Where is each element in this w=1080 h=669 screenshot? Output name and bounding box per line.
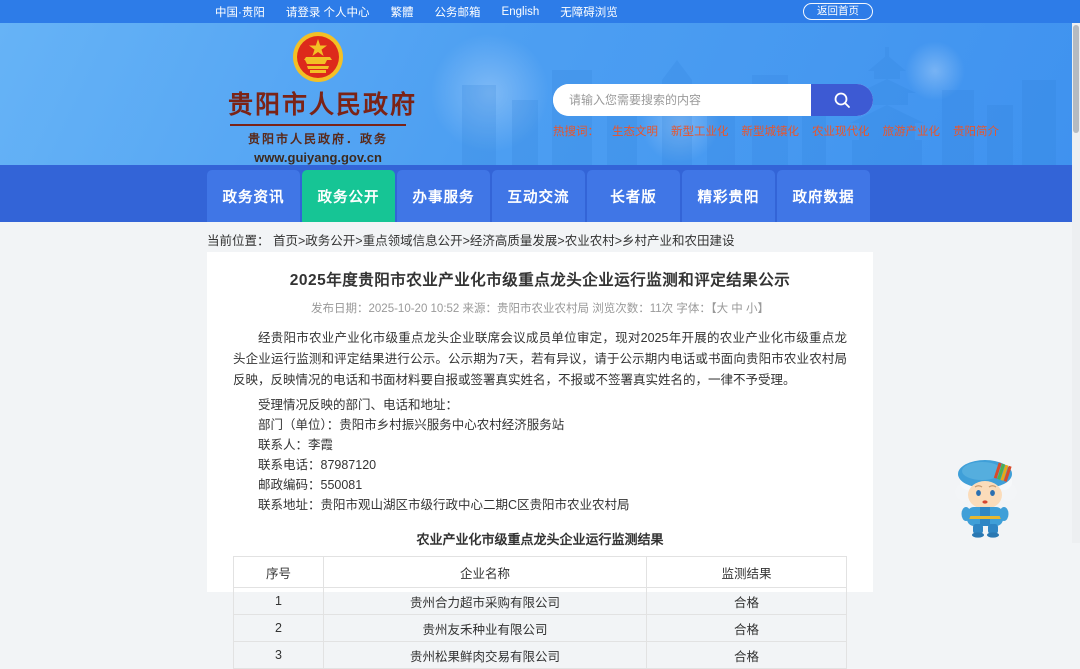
hot-search-label: 热搜词： [553, 126, 599, 138]
table-cell: 合格 [646, 641, 847, 669]
topbar-link-accessibility[interactable]: 无障碍浏览 [560, 4, 618, 20]
main-nav: 政务资讯 政务公开 办事服务 互动交流 长者版 精彩贵阳 政府数据 [0, 165, 1080, 222]
article-paragraph: 受理情况反映的部门、电话和地址： [258, 398, 459, 412]
monitoring-results-table: 序号 企业名称 监测结果 1 贵州合力超市采购有限公司 合格 2 贵州友禾种业有… [233, 556, 847, 669]
nav-tab-zzb[interactable]: 长者版 [587, 170, 680, 222]
table-header-cell: 序号 [233, 556, 324, 588]
hot-keyword[interactable]: 新型工业化 [671, 123, 729, 139]
table-header-cell: 企业名称 [323, 556, 647, 588]
site-url: www.guiyang.gov.cn [254, 150, 382, 165]
search-bar [553, 84, 873, 116]
nav-tab-zwgk-active[interactable]: 政务公开 [302, 170, 395, 222]
table-cell: 合格 [646, 614, 847, 642]
topbar-links: 中国·贵阳 请登录 个人中心 繁體 公务邮箱 English 无障碍浏览 [215, 4, 618, 20]
top-utility-bar: 中国·贵阳 请登录 个人中心 繁體 公务邮箱 English 无障碍浏览 返回首… [0, 0, 1080, 23]
table-header-cell: 监测结果 [646, 556, 847, 588]
article-title: 2025年度贵阳市农业产业化市级重点龙头企业运行监测和评定结果公示 [289, 272, 791, 289]
scrollbar-thumb[interactable] [1073, 25, 1079, 133]
table-cell: 贵州合力超市采购有限公司 [323, 587, 647, 615]
hot-search-row: 热搜词： 生态文明 新型工业化 新型城镇化 农业现代化 旅游产业化 贵阳简介 [553, 123, 999, 139]
topbar-link-china-guiyang[interactable]: 中国·贵阳 [215, 4, 265, 20]
topbar-link-traditional[interactable]: 繁體 [391, 4, 414, 20]
article-meta-text: 发布日期：2025-10-20 10:52 来源：贵阳市农业农村局 浏览次数：1… [311, 303, 711, 315]
breadcrumb-label: 当前位置： [207, 234, 270, 248]
nav-tab-jcgy[interactable]: 精彩贵阳 [682, 170, 775, 222]
hot-keyword[interactable]: 贵阳简介 [953, 123, 999, 139]
topbar-link-login[interactable]: 请登录 个人中心 [286, 4, 370, 20]
table-row: 1 贵州合力超市采购有限公司 合格 [233, 587, 847, 615]
breadcrumb: 当前位置： 首页>政务公开>重点领域信息公开>经济高质量发展>农业农村>乡村产业… [207, 230, 735, 249]
hot-keyword[interactable]: 生态文明 [612, 123, 658, 139]
table-row: 2 贵州友禾种业有限公司 合格 [233, 614, 847, 642]
nav-tab-zwzx[interactable]: 政务资讯 [207, 170, 300, 222]
hot-keyword[interactable]: 农业现代化 [812, 123, 870, 139]
contact-department: 部门（单位）：贵阳市乡村振兴服务中心农村经济服务站 [258, 418, 565, 432]
topbar-link-english[interactable]: English [502, 6, 540, 18]
site-subtitle: 贵阳市人民政府．政务 [247, 132, 388, 146]
article-paragraph: 经贵阳市农业产业化市级重点龙头企业联席会议成员单位审定，现对2025年开展的农业… [233, 331, 847, 387]
search-button[interactable] [811, 84, 873, 116]
table-row: 3 贵州松果鲜肉交易有限公司 合格 [233, 641, 847, 669]
table-cell: 1 [233, 587, 324, 615]
search-icon [834, 92, 850, 108]
article-card: 2025年度贵阳市农业产业化市级重点龙头企业运行监测和评定结果公示 发布日期：2… [207, 252, 873, 669]
contact-person: 联系人：李霞 [258, 438, 334, 452]
breadcrumb-path[interactable]: 首页>政务公开>重点领域信息公开>经济高质量发展>农业农村>乡村产业和农田建设 [273, 234, 735, 248]
hot-keyword[interactable]: 新型城镇化 [742, 123, 800, 139]
return-home-button[interactable]: 返回首页 [803, 3, 873, 20]
table-cell: 合格 [646, 587, 847, 615]
results-table-caption: 农业产业化市级重点龙头企业运行监测结果 [416, 532, 664, 547]
site-name: 贵阳市人民政府 [228, 91, 418, 119]
contact-address: 联系地址：贵阳市观山湖区市级行政中心二期C区贵阳市农业农村局 [258, 498, 630, 512]
table-cell: 贵州友禾种业有限公司 [323, 614, 647, 642]
nav-tab-zfsj[interactable]: 政府数据 [777, 170, 870, 222]
search-input[interactable] [553, 84, 811, 116]
table-cell: 2 [233, 614, 324, 642]
logo-divider [230, 124, 406, 126]
contact-postcode: 邮政编码：550081 [258, 478, 363, 492]
article-meta: 发布日期：2025-10-20 10:52 来源：贵阳市农业农村局 浏览次数：1… [233, 300, 847, 316]
article-body: 经贵阳市农业产业化市级重点龙头企业联席会议成员单位审定，现对2025年开展的农业… [233, 328, 847, 515]
nav-tab-bsfw[interactable]: 办事服务 [397, 170, 490, 222]
scrollbar-track[interactable] [1072, 23, 1080, 543]
font-size-controls[interactable]: 【大 中 小】 [711, 303, 769, 315]
table-cell: 3 [233, 641, 324, 669]
site-logo[interactable]: 贵阳市人民政府 贵阳市人民政府．政务 www.guiyang.gov.cn [228, 31, 418, 165]
assistant-mascot[interactable] [952, 452, 1020, 543]
national-emblem-icon [293, 32, 343, 82]
table-header-row: 序号 企业名称 监测结果 [233, 556, 847, 588]
nav-tab-hdjl[interactable]: 互动交流 [492, 170, 585, 222]
mascot-icon [955, 460, 1017, 538]
header-banner: 贵阳市人民政府 贵阳市人民政府．政务 www.guiyang.gov.cn 热搜… [0, 23, 1080, 165]
topbar-link-mail[interactable]: 公务邮箱 [435, 4, 481, 20]
contact-phone: 联系电话：87987120 [258, 458, 377, 472]
hot-keyword[interactable]: 旅游产业化 [883, 123, 941, 139]
table-cell: 贵州松果鲜肉交易有限公司 [323, 641, 647, 669]
